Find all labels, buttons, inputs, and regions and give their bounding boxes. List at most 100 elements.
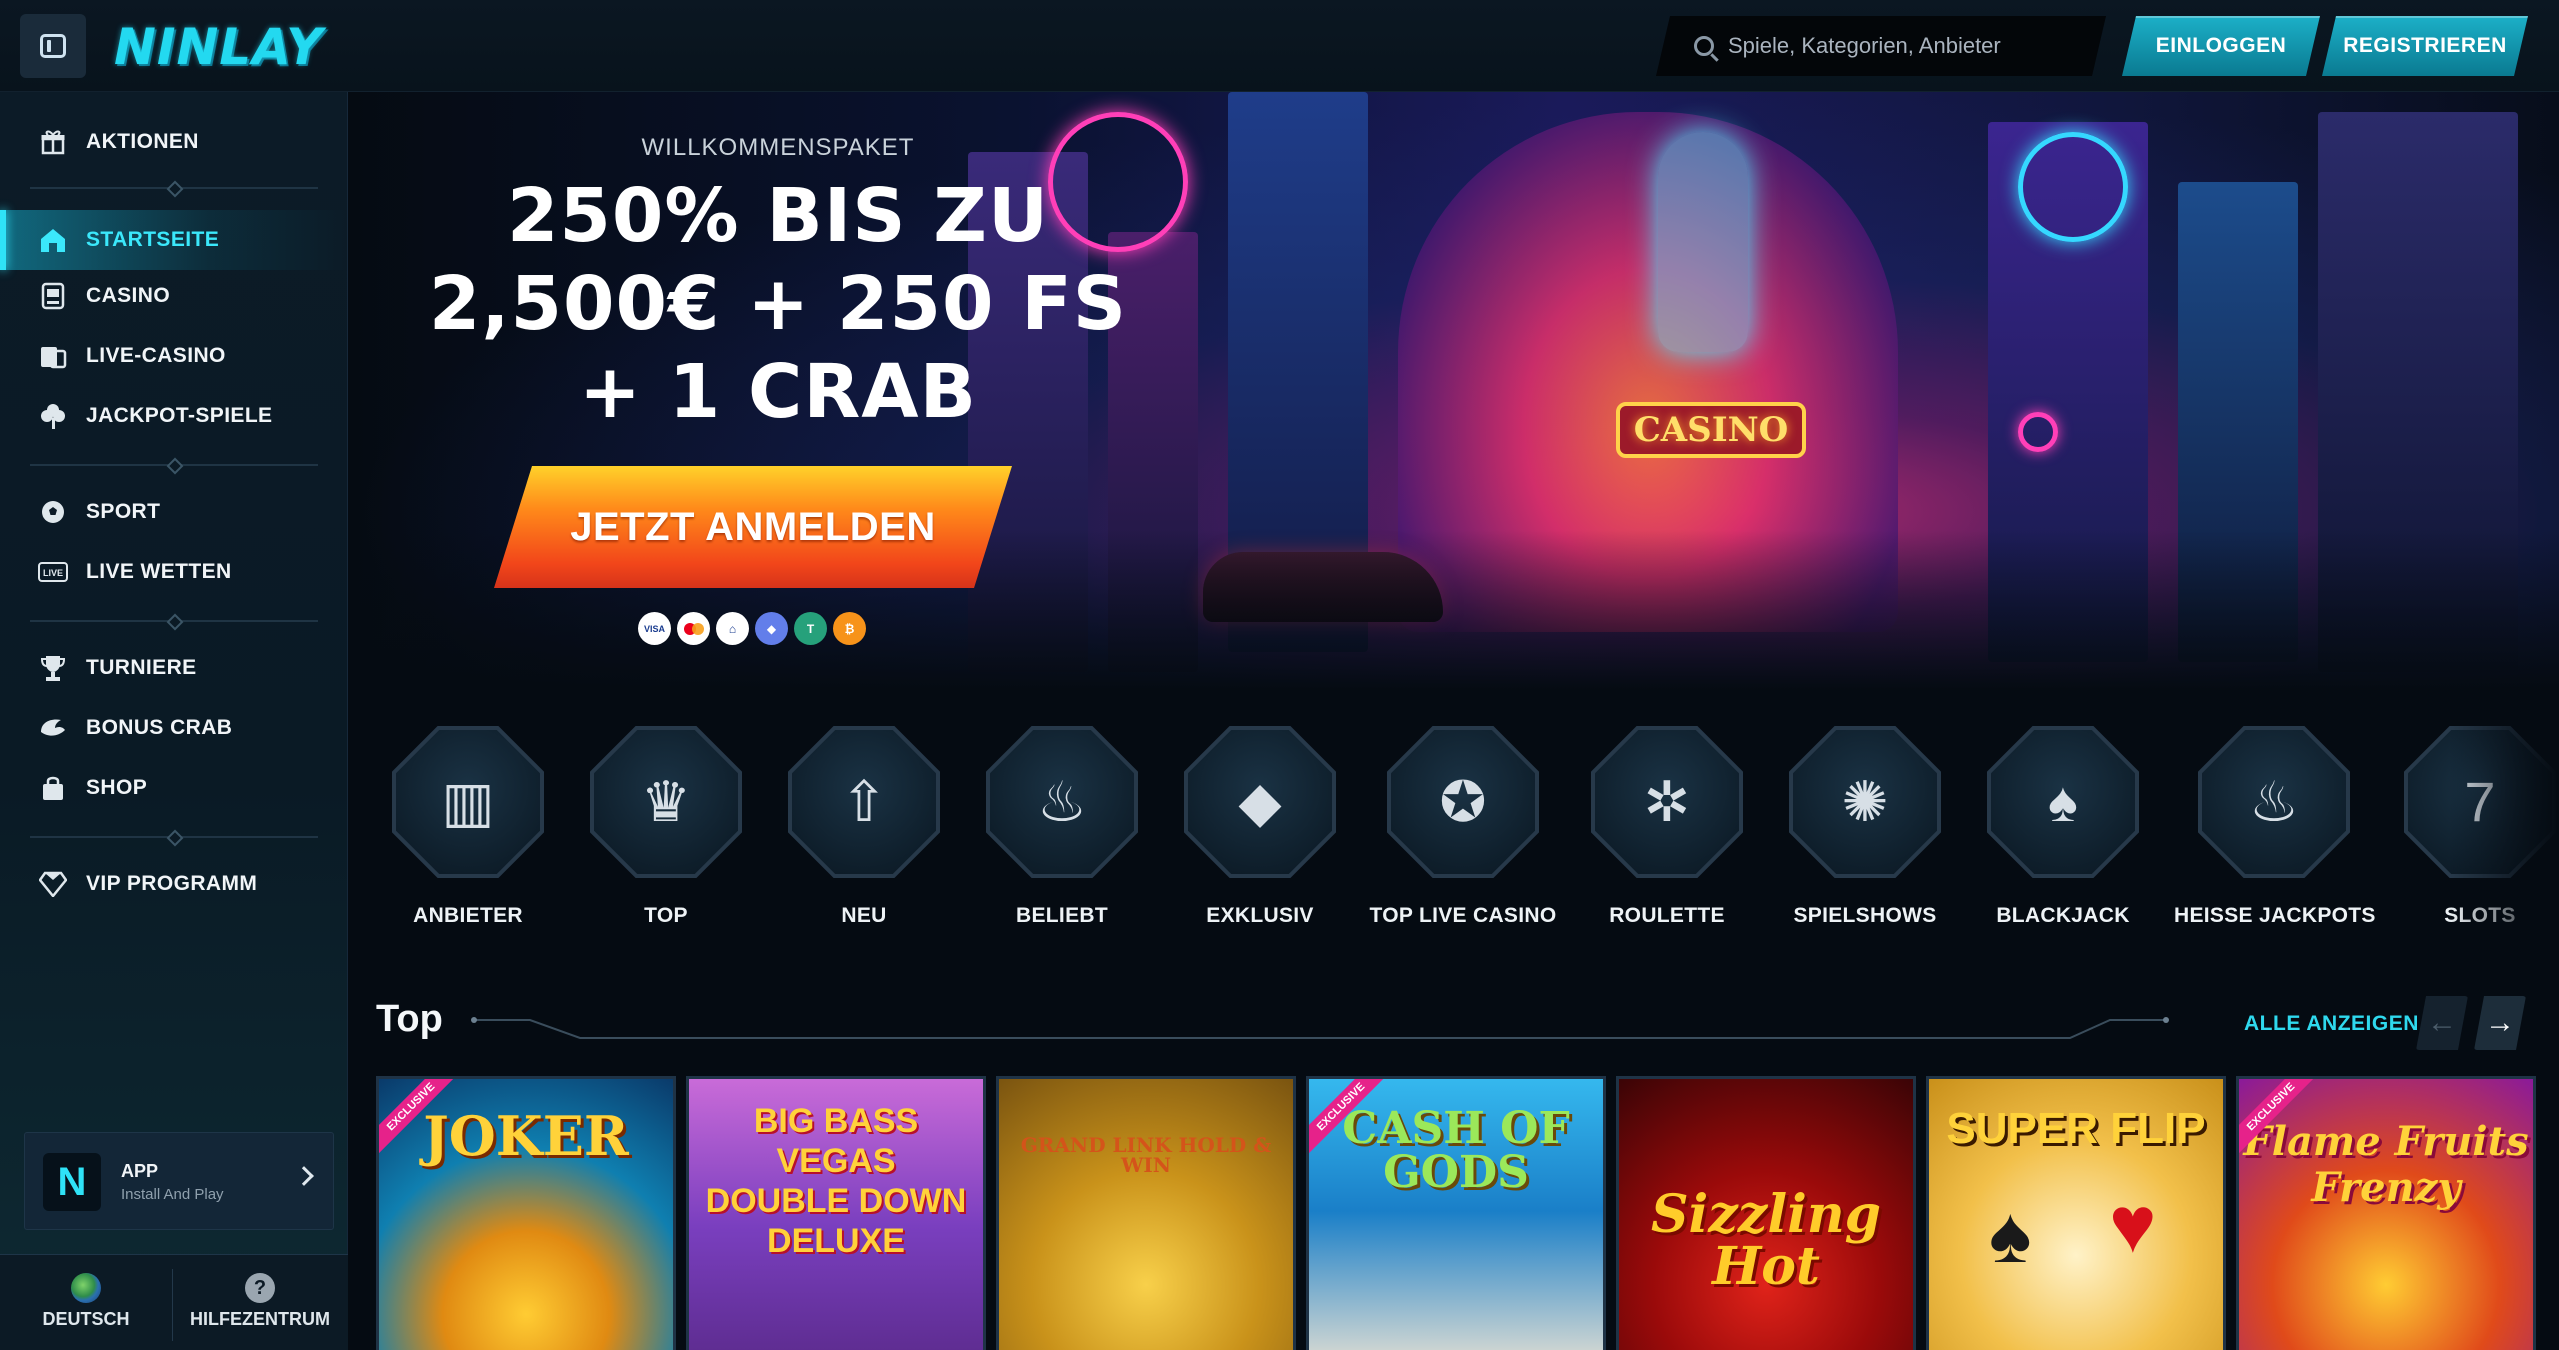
sidebar: AKTIONEN STARTSEITE CASINO LIVE-CASINO J… [0, 92, 348, 1350]
category-label: EXKLUSIV [1206, 904, 1314, 927]
sidebar-item-casino[interactable]: CASINO [0, 270, 348, 322]
category-blackjack[interactable]: ♠ BLACKJACK [1963, 726, 2163, 928]
heart-icon: ♥ [2109, 1180, 2157, 1269]
game-title: JOKER [423, 1104, 629, 1168]
sidebar-item-jackpot-spiele[interactable]: JACKPOT-SPIELE [0, 390, 348, 442]
svg-text:LIVE: LIVE [43, 568, 63, 578]
app-logo: N [43, 1153, 101, 1211]
ethereum-icon: ◆ [755, 612, 788, 645]
game-tile[interactable]: SUPER FLIP ♠ ♥ [1926, 1076, 2226, 1350]
sidebar-item-live-casino[interactable]: LIVE-CASINO [0, 330, 348, 382]
bank-transfer-icon: ⌂ [716, 612, 749, 645]
category-heisse-jackpots[interactable]: ♨ HEISSE JACKPOTS [2174, 726, 2376, 928]
top-header: NINLAY EINLOGGEN REGISTRIEREN [0, 0, 2559, 92]
help-center-link[interactable]: ? HILFEZENTRUM [174, 1273, 346, 1330]
signup-now-button[interactable]: JETZT ANMELDEN [494, 466, 1012, 588]
game-tile[interactable]: EXCLUSIVE Flame Fruits Frenzy [2236, 1076, 2536, 1350]
app-subtitle: Install And Play [121, 1186, 224, 1203]
visa-icon: VISA [638, 612, 671, 645]
game-title: Sizzling Hot [1650, 1184, 1882, 1297]
sidebar-item-label: AKTIONEN [86, 130, 199, 153]
sidebar-item-aktionen[interactable]: AKTIONEN [0, 116, 348, 168]
crown-icon: ♛ [590, 726, 742, 878]
clover-icon [38, 402, 68, 430]
category-label: HEISSE JACKPOTS [2174, 904, 2376, 927]
search-icon [1694, 36, 1714, 56]
welcome-package-kicker: WILLKOMMENSPAKET [641, 134, 915, 161]
neon-ring-decoration [2018, 132, 2128, 242]
category-spielshows[interactable]: ✺ SPIELSHOWS [1765, 726, 1965, 928]
spade-icon: ♠ [1989, 1190, 2032, 1279]
home-icon [38, 226, 68, 254]
sidebar-item-label: LIVE-CASINO [86, 344, 226, 367]
category-top-live-casino[interactable]: ✪ TOP LIVE CASINO [1363, 726, 1563, 928]
hologram-figure-illustration [1658, 132, 1748, 352]
hero-headline-line: + 1 CRAB [579, 349, 977, 435]
category-label: ROULETTE [1609, 904, 1725, 927]
sidebar-toggle-button[interactable] [20, 14, 86, 78]
tether-icon: T [794, 612, 827, 645]
flame-icon: ♨ [986, 726, 1138, 878]
hero-headline-line: 2,500€ + 250 FS [428, 261, 1128, 347]
register-button[interactable]: REGISTRIEREN [2322, 16, 2528, 76]
trophy-icon [38, 654, 68, 682]
sidebar-item-label: VIP PROGRAMM [86, 872, 258, 895]
slot-machine-icon [38, 282, 68, 310]
login-button[interactable]: EINLOGGEN [2122, 16, 2320, 76]
category-neu[interactable]: ⇧ NEU [764, 726, 964, 928]
search-bar[interactable] [1656, 16, 2106, 76]
section-title-top: Top [376, 998, 443, 1040]
sidebar-item-live-wetten[interactable]: LIVE LIVE WETTEN [0, 546, 348, 598]
category-exklusiv[interactable]: ◆ EXKLUSIV [1160, 726, 1360, 928]
category-roulette[interactable]: ✲ ROULETTE [1567, 726, 1767, 928]
sidebar-item-sport[interactable]: SPORT [0, 486, 348, 538]
arrow-right-icon: → [2485, 1006, 2515, 1039]
category-top[interactable]: ♛ TOP [566, 726, 766, 928]
award-ribbon-icon: ✪ [1387, 726, 1539, 878]
hero-headline-line: 250% BIS ZU [506, 173, 1050, 259]
carousel-next-button[interactable]: → [2474, 996, 2526, 1050]
sidebar-divider [30, 464, 318, 466]
game-title: GRAND LINK HOLD & WIN [1020, 1133, 1272, 1177]
help-center-label: HILFEZENTRUM [190, 1309, 330, 1329]
carousel-fade-overlay [2449, 718, 2559, 938]
sidebar-item-label: SHOP [86, 776, 148, 799]
sidebar-item-vip-programm[interactable]: VIP PROGRAMM [0, 858, 348, 910]
casino-sign: CASINO [1616, 402, 1806, 458]
app-download-card[interactable]: N APP Install And Play [24, 1132, 334, 1230]
sidebar-item-label: CASINO [86, 284, 171, 307]
category-label: NEU [841, 904, 887, 927]
category-beliebt[interactable]: ♨ BELIEBT [962, 726, 1162, 928]
sidebar-item-label: TURNIERE [86, 656, 197, 679]
game-title: BIG BASS VEGAS DOUBLE DOWN DELUXE [705, 1102, 967, 1260]
sidebar-item-startseite[interactable]: STARTSEITE [0, 210, 348, 270]
mastercard-icon [677, 612, 710, 645]
category-label: TOP LIVE CASINO [1369, 904, 1557, 927]
game-tile[interactable]: EXCLUSIVE CASH OF GODS [1306, 1076, 1606, 1350]
search-input[interactable] [1728, 33, 2088, 59]
sidebar-item-label: BONUS CRAB [86, 716, 233, 739]
category-anbieter[interactable]: ▥ ANBIETER [368, 726, 568, 928]
carousel-prev-button[interactable]: ← [2416, 996, 2468, 1050]
language-selector[interactable]: DEUTSCH [0, 1273, 172, 1330]
game-tile[interactable]: Sizzling Hot [1616, 1076, 1916, 1350]
category-label: SPIELSHOWS [1793, 904, 1937, 927]
gift-icon [38, 128, 68, 156]
game-tile[interactable]: GRAND LINK HOLD & WIN [996, 1076, 1296, 1350]
sidebar-item-label: LIVE WETTEN [86, 560, 232, 583]
see-all-link[interactable]: ALLE ANZEIGEN [2244, 1012, 2419, 1036]
game-title: Flame Fruits Frenzy [2243, 1118, 2529, 1211]
globe-icon [71, 1273, 101, 1303]
category-label: ANBIETER [413, 904, 523, 927]
game-tile[interactable]: EXCLUSIVE JOKER [376, 1076, 676, 1350]
site-logo[interactable]: NINLAY [114, 18, 323, 76]
sidebar-item-bonus-crab[interactable]: BONUS CRAB [0, 702, 348, 754]
book-icon: ▥ [392, 726, 544, 878]
sidebar-item-shop[interactable]: SHOP [0, 762, 348, 814]
claw-icon [38, 714, 68, 742]
game-tile[interactable]: BIG BASS VEGAS DOUBLE DOWN DELUXE [686, 1076, 986, 1350]
section-title-decoration [471, 1017, 2169, 1039]
rocket-icon: ⇧ [788, 726, 940, 878]
sidebar-item-turniere[interactable]: TURNIERE [0, 642, 348, 694]
fire-pot-icon: ♨ [2198, 726, 2350, 878]
